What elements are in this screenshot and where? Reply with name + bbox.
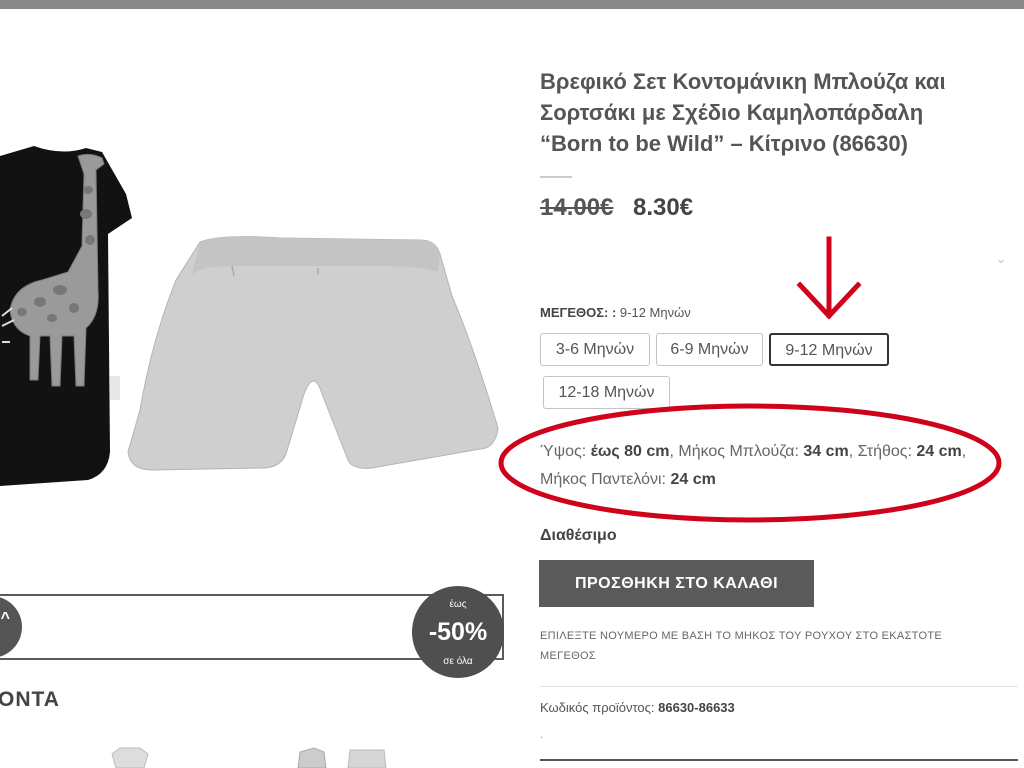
size-option-6-9[interactable]: 6-9 Μηνών <box>656 333 763 366</box>
dim-chest-value: 24 cm <box>916 443 962 460</box>
product-sku: Κωδικός προϊόντος: 86630-86633 <box>540 700 735 715</box>
sku-value: 86630-86633 <box>658 700 735 715</box>
title-divider <box>540 176 572 178</box>
size-option-9-12[interactable]: 9-12 Μηνών <box>769 333 889 366</box>
price-original: 14.00€ <box>540 194 614 221</box>
chevron-down-icon[interactable]: ⌄ <box>996 252 1006 266</box>
size-option-3-6[interactable]: 3-6 Μηνών <box>540 333 650 366</box>
chevron-up-icon: ^ <box>0 610 10 627</box>
size-label: ΜΕΓΕΘΟΣ: : 9-12 Μηνών <box>540 305 691 320</box>
dim-shirt-value: 34 cm <box>803 443 849 460</box>
size-option-12-18[interactable]: 12-18 Μηνών <box>543 376 670 409</box>
product-title-line: “Born to be Wild” – Κίτρινο (86630) <box>540 131 908 156</box>
size-dimensions: Ύψος: έως 80 cm, Μήκος Μπλούζα: 34 cm, Σ… <box>540 438 1000 494</box>
size-selected-value: 9-12 Μηνών <box>619 305 691 320</box>
size-label-text: ΜΕΓΕΘΟΣ: : <box>540 305 617 320</box>
badge-value: -50% <box>428 618 488 646</box>
divider <box>540 686 1018 687</box>
product-title-line: Σορτσάκι με Σχέδιο Καμηλοπάρδαλη <box>540 100 924 125</box>
related-products-thumbnails[interactable] <box>100 740 400 768</box>
sku-label: Κωδικός προϊόντος: <box>540 700 655 715</box>
discount-badge[interactable]: έως -50% σε όλα <box>412 586 504 678</box>
product-title: Βρεφικό Σετ Κοντομάνικη Μπλούζα και Σορτ… <box>540 66 1000 159</box>
dim-chest-label: , Στήθος: <box>848 443 912 460</box>
add-to-cart-button[interactable]: ΠΡΟΣΘΗΚΗ ΣΤΟ ΚΑΛΑΘΙ <box>539 560 814 607</box>
size-note: ΕΠΙΛΕΞΤΕ ΝΟΥΜΕΡΟ ΜΕ ΒΑΣΗ ΤΟ ΜΗΚΟΣ ΤΟΥ ΡΟ… <box>540 630 942 662</box>
dim-height-label: Ύψος: <box>540 443 587 460</box>
shorts-shape <box>127 236 499 471</box>
badge-bottom-text: σε όλα <box>443 656 473 667</box>
down-arrow-icon <box>796 236 862 320</box>
product-image[interactable] <box>0 130 510 510</box>
product-title-line: Βρεφικό Σετ Κοντομάνικη Μπλούζα και <box>540 69 946 94</box>
availability-status: Διαθέσιμο <box>540 527 617 544</box>
badge-top-text: έως <box>449 599 467 610</box>
dim-height-value: έως 80 cm <box>590 443 670 460</box>
dim-shirt-label: , Μήκος Μπλούζα: <box>669 443 799 460</box>
related-products-title: ΟΝΤΑ <box>0 688 60 711</box>
bottom-divider <box>540 759 1018 761</box>
meta-dot: . <box>540 730 543 741</box>
dim-pants-value: 24 cm <box>670 471 716 488</box>
top-bar <box>0 0 1024 9</box>
price-sale: 8.30€ <box>633 194 694 221</box>
tshirt-label-tag <box>110 376 120 400</box>
